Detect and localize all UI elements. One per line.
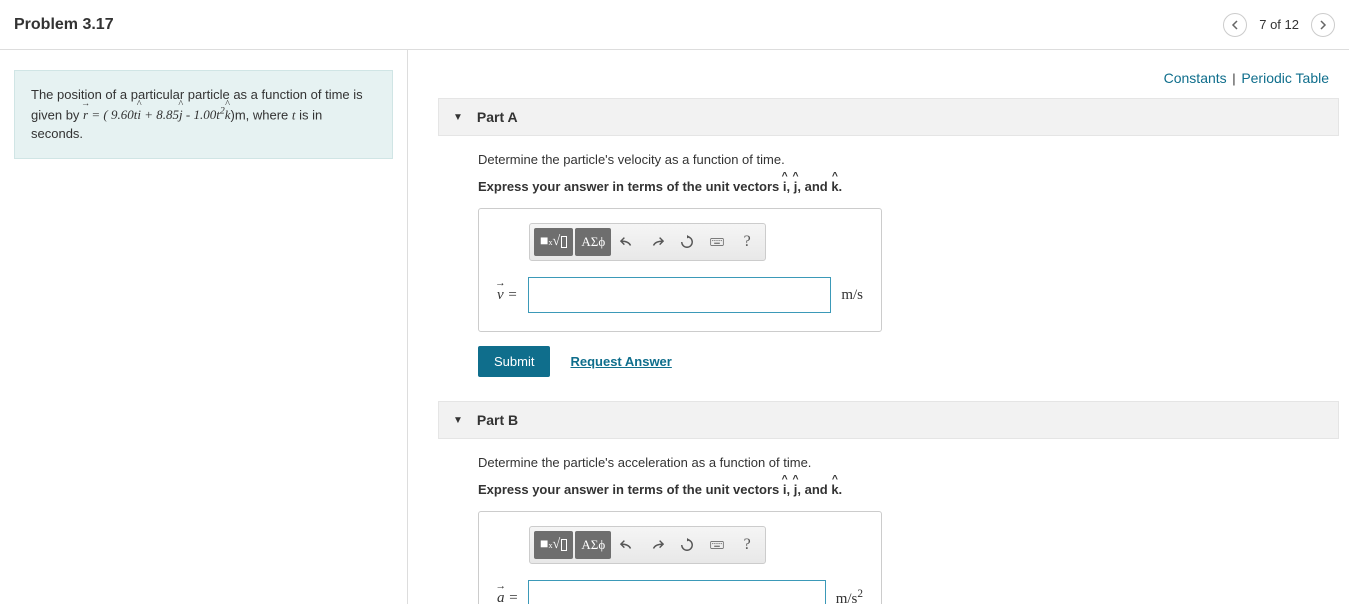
part-b-hint: Express your answer in terms of the unit…	[478, 482, 1339, 497]
periodic-table-link[interactable]: Periodic Table	[1241, 70, 1329, 86]
k-hat: k	[225, 105, 231, 125]
redo-icon	[650, 235, 664, 249]
i-hat: i	[137, 105, 141, 125]
submit-button[interactable]: Submit	[478, 346, 550, 377]
greek-button[interactable]: ΑΣϕ	[575, 531, 611, 559]
undo-icon	[620, 538, 634, 552]
help-button[interactable]: ?	[733, 531, 761, 559]
collapse-icon: ▼	[453, 112, 463, 123]
part-b-title: Part B	[477, 412, 518, 428]
sep2: , and	[797, 179, 831, 194]
keyboard-button[interactable]	[703, 228, 731, 256]
j-hat: j	[794, 179, 798, 194]
sep2b: , and	[797, 482, 831, 497]
j-hat: j	[179, 105, 183, 125]
square-icon: ■	[540, 537, 548, 553]
part-b-header[interactable]: ▼ Part B	[438, 401, 1339, 439]
link-separator: |	[1232, 71, 1235, 86]
equation-toolbar: ■x√ ΑΣϕ ?	[529, 223, 766, 261]
page-counter: 7 of 12	[1259, 17, 1299, 32]
reset-button[interactable]	[673, 531, 701, 559]
bold-before: Express your answer in terms of the unit…	[478, 179, 783, 194]
reset-icon	[680, 538, 694, 552]
part-a-header[interactable]: ▼ Part A	[438, 98, 1339, 136]
j-hat-b: j	[794, 482, 798, 497]
undo-button[interactable]	[613, 228, 641, 256]
part-b-body: Determine the particle's acceleration as…	[438, 455, 1339, 604]
a-eq: =	[505, 590, 519, 604]
variable-v: v =	[497, 287, 518, 304]
k-hat: k	[831, 179, 838, 194]
top-bar: Problem 3.17 7 of 12	[0, 0, 1349, 50]
part-a-input-row: v = m/s	[489, 277, 871, 313]
templates-button[interactable]: ■x√	[534, 228, 573, 256]
part-b-input-row: a = m/s2	[489, 580, 871, 604]
undo-icon	[620, 235, 634, 249]
part-a-unit: m/s	[841, 287, 863, 304]
part-b-answer-box: ■x√ ΑΣϕ ?	[478, 511, 882, 604]
collapse-icon: ▼	[453, 415, 463, 426]
i-hat-b: i	[783, 482, 787, 497]
equation-toolbar-b: ■x√ ΑΣϕ ?	[529, 526, 766, 564]
unit-pre: m/s	[836, 591, 858, 604]
reset-icon	[680, 235, 694, 249]
redo-button[interactable]	[643, 228, 671, 256]
part-a-instruction: Determine the particle's velocity as a f…	[478, 152, 1339, 167]
unit-exp: 2	[857, 588, 863, 600]
part-a-answer-box: ■x√ ΑΣϕ ?	[478, 208, 882, 332]
problem-prompt: The position of a particular particle as…	[14, 70, 393, 159]
k-hat-b: k	[831, 482, 838, 497]
part-b-unit: m/s2	[836, 588, 863, 604]
after: )m, where	[231, 107, 292, 122]
redo-button[interactable]	[643, 531, 671, 559]
help-button[interactable]: ?	[733, 228, 761, 256]
vec-a: a	[497, 590, 505, 604]
keyboard-button[interactable]	[703, 531, 731, 559]
root-icon: √	[552, 537, 560, 553]
request-answer-link[interactable]: Request Answer	[570, 354, 671, 369]
undo-button[interactable]	[613, 531, 641, 559]
reset-button[interactable]	[673, 228, 701, 256]
left-column: The position of a particular particle as…	[0, 50, 408, 604]
plus: + 8.85	[141, 107, 179, 122]
bold-before-b: Express your answer in terms of the unit…	[478, 482, 783, 497]
root-icon: √	[552, 234, 560, 250]
constants-link[interactable]: Constants	[1164, 70, 1227, 86]
part-a-hint: Express your answer in terms of the unit…	[478, 179, 1339, 194]
minus: - 1.00	[183, 107, 217, 122]
part-a-submit-row: Submit Request Answer	[478, 346, 1339, 377]
problem-title: Problem 3.17	[14, 16, 114, 34]
vector-r: r	[83, 105, 88, 125]
next-button[interactable]	[1311, 13, 1335, 37]
keyboard-icon	[710, 538, 724, 552]
part-a-body: Determine the particle's velocity as a f…	[438, 152, 1339, 401]
part-a-title: Part A	[477, 109, 518, 125]
right-column: Constants | Periodic Table ▼ Part A Dete…	[408, 50, 1349, 604]
v-eq: =	[504, 287, 518, 303]
keyboard-icon	[710, 235, 724, 249]
eq: = ( 9.60	[88, 107, 134, 122]
part-a-answer-input[interactable]	[528, 277, 832, 313]
vec-v: v	[497, 287, 504, 304]
resource-links: Constants | Periodic Table	[438, 70, 1339, 86]
prev-button[interactable]	[1223, 13, 1247, 37]
part-b-instruction: Determine the particle's acceleration as…	[478, 455, 1339, 470]
templates-button[interactable]: ■x√	[534, 531, 573, 559]
chevron-right-icon	[1318, 20, 1328, 30]
chevron-left-icon	[1230, 20, 1240, 30]
square-icon: ■	[540, 234, 548, 250]
bold-after-b: .	[839, 482, 843, 497]
bold-after: .	[839, 179, 843, 194]
part-b-answer-input[interactable]	[528, 580, 825, 604]
greek-button[interactable]: ΑΣϕ	[575, 228, 611, 256]
i-hat: i	[783, 179, 787, 194]
top-nav: 7 of 12	[1223, 13, 1335, 37]
variable-a: a =	[497, 590, 518, 604]
redo-icon	[650, 538, 664, 552]
